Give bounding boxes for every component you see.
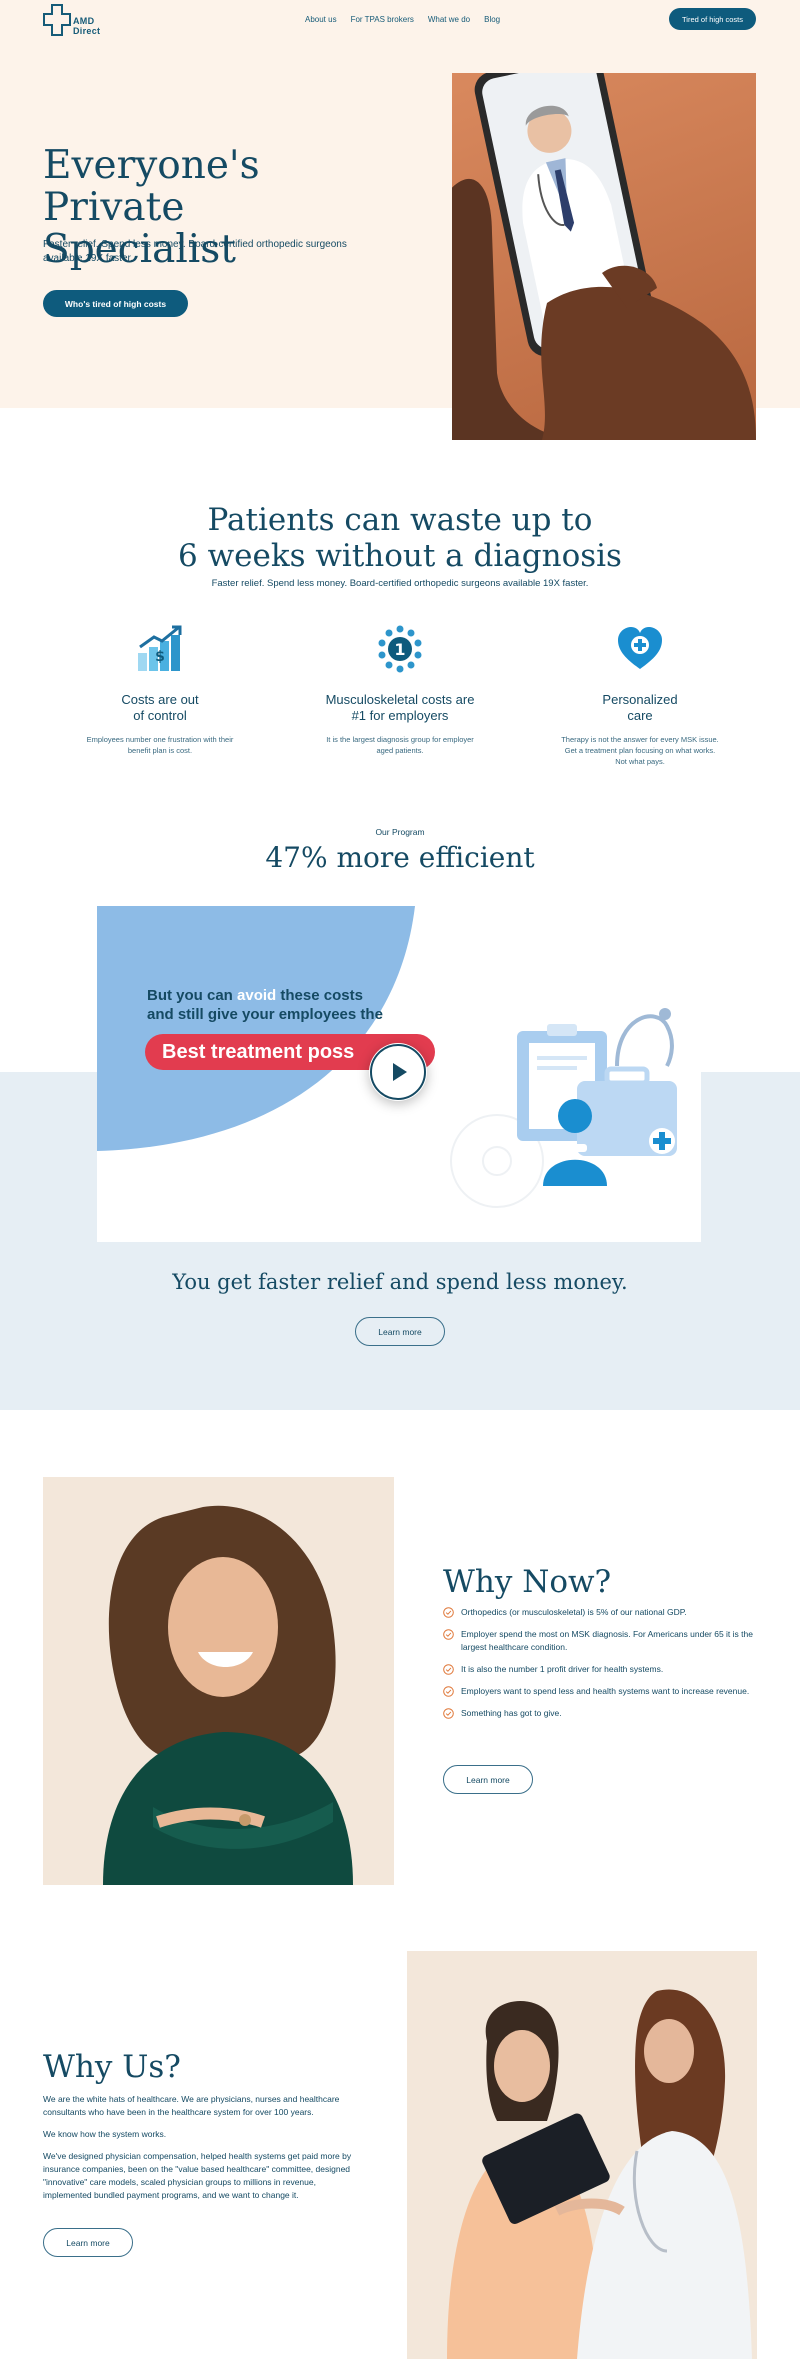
logo-text: AMD Direct: [73, 16, 101, 36]
feature-personalized-title-line1: Personalized: [602, 692, 678, 707]
nav-links: About us For TPAS brokers What we do Blo…: [305, 15, 500, 24]
check-circle-icon: [443, 1629, 454, 1640]
why-us-title: Why Us?: [43, 2049, 181, 2085]
doctor-patient-photo: [407, 1951, 757, 2359]
check-circle-icon: [443, 1607, 454, 1618]
cross-logo-icon: [43, 4, 71, 36]
feature-msk-title-line2: #1 for employers: [351, 708, 449, 723]
why-now-learn-more-button[interactable]: Learn more: [443, 1765, 533, 1794]
check-circle-icon: [443, 1686, 454, 1697]
feature-costs: $ Costs are out of control Employees num…: [60, 625, 260, 756]
why-now-item: Orthopedics (or musculoskeletal) is 5% o…: [443, 1606, 763, 1619]
why-now-item: Something has got to give.: [443, 1707, 763, 1720]
video-headline-part2: these costs: [276, 987, 363, 1004]
feature-costs-title-line1: Costs are out: [121, 692, 199, 707]
why-now-item-text: Employer spend the most on MSK diagnosis…: [461, 1629, 753, 1652]
program-video[interactable]: But you can avoid these costs and still …: [97, 906, 701, 1242]
feature-msk-desc: It is the largest diagnosis group for em…: [326, 735, 474, 755]
smiling-woman-illustration: [43, 1477, 394, 1885]
feature-msk: 1 Musculoskeletal costs are #1 for emplo…: [300, 625, 500, 756]
nav-link-brokers[interactable]: For TPAS brokers: [351, 15, 414, 24]
smiling-woman-photo: [43, 1477, 394, 1885]
hero-cta-button[interactable]: Who's tired of high costs: [43, 290, 188, 317]
program-title: 47% more efficient: [265, 841, 535, 874]
hero-subtitle: Faster relief. Spend less money. Board-c…: [43, 239, 347, 264]
hero-phone-photo: [452, 73, 756, 440]
diagnosis-title-line1: Patients can waste up to: [207, 502, 593, 538]
video-headline-line2: and still give your employees the: [147, 1006, 383, 1023]
feature-costs-title: Costs are out of control: [60, 692, 260, 724]
diagnosis-title-line2: 6 weeks without a diagnosis: [178, 538, 622, 574]
svg-text:$: $: [155, 649, 165, 665]
why-now-item-text: It is also the number 1 profit driver fo…: [461, 1664, 664, 1674]
diagnosis-title: Patients can waste up to 6 weeks without…: [0, 502, 800, 574]
nav-cta-button[interactable]: Tired of high costs: [669, 8, 756, 30]
svg-text:1: 1: [394, 640, 405, 659]
why-now-item: Employer spend the most on MSK diagnosis…: [443, 1628, 763, 1654]
video-headline-highlight: avoid: [237, 987, 277, 1004]
video-play-button[interactable]: [369, 1043, 427, 1101]
why-now-item-text: Employers want to spend less and health …: [461, 1686, 750, 1696]
check-circle-icon: [443, 1708, 454, 1719]
logo[interactable]: AMD Direct: [43, 4, 115, 36]
why-now-title: Why Now?: [443, 1564, 612, 1600]
why-us-paragraph-1: We are the white hats of healthcare. We …: [43, 2094, 340, 2117]
phone-in-hands-illustration: [452, 73, 756, 440]
feature-personalized-title-line2: care: [627, 708, 653, 723]
video-headline-part1: But you can: [147, 987, 238, 1004]
hero-title-line1: Everyone's: [43, 143, 260, 188]
why-now-item: Employers want to spend less and health …: [443, 1685, 763, 1698]
video-headline: But you can avoid these costs and still …: [147, 986, 437, 1024]
why-now-item-text: Orthopedics (or musculoskeletal) is 5% o…: [461, 1607, 687, 1617]
why-now-item-text: Something has got to give.: [461, 1708, 562, 1718]
diagnosis-subtitle: Faster relief. Spend less money. Board-c…: [211, 578, 589, 589]
nav-link-blog[interactable]: Blog: [484, 15, 500, 24]
nav-link-what-we-do[interactable]: What we do: [428, 15, 470, 24]
check-circle-icon: [443, 1664, 454, 1675]
doctor-patient-illustration: [407, 1951, 757, 2359]
nav-link-about[interactable]: About us: [305, 15, 337, 24]
feature-costs-title-line2: of control: [133, 708, 187, 723]
feature-personalized-title: Personalized care: [540, 692, 740, 724]
program-learn-more-button[interactable]: Learn more: [355, 1317, 445, 1346]
why-now-item: It is also the number 1 profit driver fo…: [443, 1663, 763, 1676]
feature-personalized-desc: Therapy is not the answer for every MSK …: [561, 735, 719, 766]
play-icon: [370, 1044, 426, 1100]
top-nav: AMD Direct About us For TPAS brokers Wha…: [0, 0, 800, 42]
program-label: Our Program: [375, 827, 425, 837]
feature-msk-title: Musculoskeletal costs are #1 for employe…: [300, 692, 500, 724]
why-us-paragraph-2: We know how the system works.: [43, 2129, 167, 2139]
number-one-badge-icon: 1: [378, 625, 422, 673]
why-now-list: Orthopedics (or musculoskeletal) is 5% o…: [443, 1606, 763, 1729]
feature-msk-title-line1: Musculoskeletal costs are: [325, 692, 475, 707]
medical-heart-icon: [618, 627, 662, 669]
why-us-paragraph-3: We've designed physician compensation, h…: [43, 2151, 352, 2200]
rising-cost-chart-icon: $: [138, 625, 182, 671]
why-us-learn-more-button[interactable]: Learn more: [43, 2228, 133, 2257]
feature-personalized: Personalized care Therapy is not the ans…: [540, 625, 740, 767]
feature-costs-desc: Employees number one frustration with th…: [86, 735, 234, 755]
program-tagline: You get faster relief and spend less mon…: [172, 1270, 628, 1294]
